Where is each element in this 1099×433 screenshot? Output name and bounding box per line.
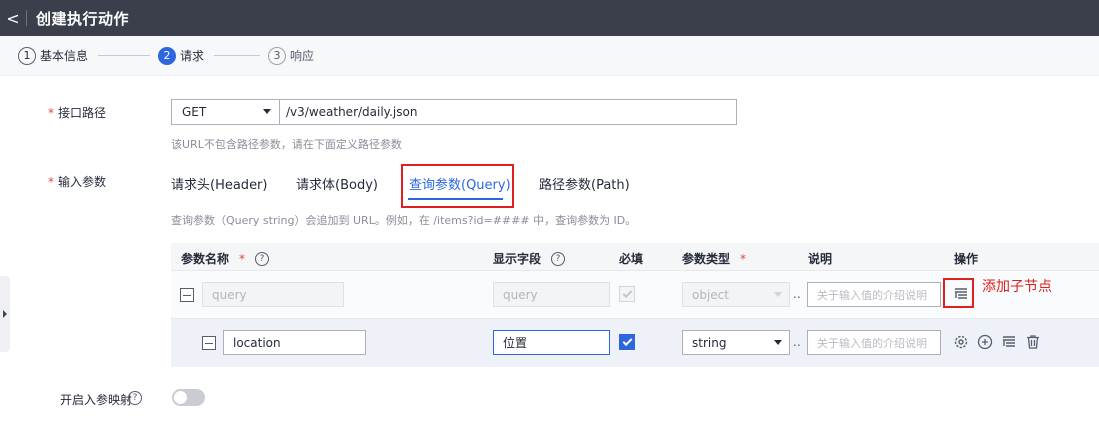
path-hint: 该URL不包含路径参数，请在下面定义路径参数 bbox=[171, 138, 402, 151]
tab-header[interactable]: 请求头(Header) bbox=[171, 174, 267, 193]
display-field-input[interactable]: 位置 bbox=[493, 330, 610, 355]
more-dots: .. bbox=[793, 335, 801, 349]
back-arrow-icon[interactable]: < bbox=[0, 0, 26, 36]
step-connector bbox=[214, 55, 261, 56]
required-checkbox[interactable] bbox=[619, 334, 635, 350]
caret-down-icon bbox=[263, 109, 271, 114]
step-basic-info[interactable]: 1 基本信息 bbox=[18, 46, 89, 65]
check-icon bbox=[622, 287, 632, 298]
col-type: 参数类型 * bbox=[682, 251, 747, 267]
collapse-minus-icon[interactable] bbox=[180, 288, 194, 302]
method-select[interactable]: GET bbox=[171, 99, 279, 125]
step-number: 2 bbox=[158, 46, 177, 65]
required-star: * bbox=[239, 251, 246, 266]
annotation-box-add-child bbox=[943, 278, 974, 308]
col-desc: 说明 bbox=[808, 252, 833, 266]
step-connector bbox=[98, 55, 151, 56]
col-display: 显示字段 ? bbox=[493, 250, 566, 267]
required-star: * bbox=[48, 106, 54, 120]
required-star: * bbox=[48, 175, 54, 189]
step-request[interactable]: 2 请求 bbox=[158, 46, 205, 65]
required-star: * bbox=[740, 251, 747, 266]
question-circle-icon[interactable]: ? bbox=[128, 391, 142, 405]
col-actions: 操作 bbox=[954, 252, 979, 266]
path-input[interactable]: /v3/weather/daily.json bbox=[279, 99, 737, 125]
caret-down-icon bbox=[774, 340, 782, 345]
more-dots: .. bbox=[793, 287, 801, 301]
param-name-input[interactable]: query bbox=[202, 282, 344, 307]
tab-body[interactable]: 请求体(Body) bbox=[296, 174, 378, 193]
step-number: 3 bbox=[268, 46, 287, 65]
gear-icon[interactable] bbox=[953, 334, 969, 350]
step-response[interactable]: 3 响应 bbox=[268, 46, 315, 65]
add-child-node-icon[interactable] bbox=[1001, 334, 1017, 350]
sidebar-expand-handle[interactable] bbox=[0, 276, 10, 352]
trash-icon[interactable] bbox=[1025, 334, 1041, 350]
annotation-box-query-tab bbox=[401, 164, 514, 208]
toggle-knob bbox=[174, 391, 187, 404]
page-title: 创建执行动作 bbox=[36, 9, 130, 28]
check-icon bbox=[622, 335, 632, 346]
params-label: * 输入参数 bbox=[48, 175, 107, 189]
caret-right-icon bbox=[3, 310, 7, 318]
step-indicator: 1 基本信息 2 请求 3 响应 bbox=[0, 36, 1099, 76]
required-checkbox[interactable] bbox=[619, 286, 635, 302]
question-circle-icon[interactable]: ? bbox=[255, 251, 270, 266]
description-input[interactable]: 关于输入值的介绍说明 bbox=[807, 330, 941, 355]
caret-down-icon bbox=[774, 292, 782, 297]
tab-path[interactable]: 路径参数(Path) bbox=[539, 174, 630, 193]
col-name: 参数名称 * ? bbox=[181, 250, 270, 267]
step-label: 响应 bbox=[290, 49, 315, 63]
step-label: 基本信息 bbox=[40, 49, 89, 63]
params-hint: 查询参数（Query string）会追加到 URL。例如，在 /items?i… bbox=[171, 214, 637, 227]
mapping-label: 开启入参映射 bbox=[60, 393, 133, 407]
title-bar: < 创建执行动作 bbox=[0, 0, 1099, 36]
collapse-minus-icon[interactable] bbox=[202, 336, 216, 350]
path-label: * 接口路径 bbox=[48, 106, 107, 120]
annotation-text: 添加子节点 bbox=[982, 279, 1052, 295]
step-number: 1 bbox=[18, 46, 36, 65]
mapping-toggle[interactable] bbox=[172, 389, 205, 406]
question-circle-icon[interactable]: ? bbox=[551, 251, 566, 266]
description-input[interactable]: 关于输入值的介绍说明 bbox=[807, 282, 941, 307]
plus-circle-icon[interactable] bbox=[977, 334, 993, 350]
title-divider bbox=[26, 10, 27, 26]
param-name-input[interactable]: location bbox=[223, 330, 366, 355]
step-label: 请求 bbox=[180, 49, 205, 63]
display-field-input[interactable]: query bbox=[493, 282, 610, 307]
col-required: 必填 bbox=[619, 252, 644, 266]
